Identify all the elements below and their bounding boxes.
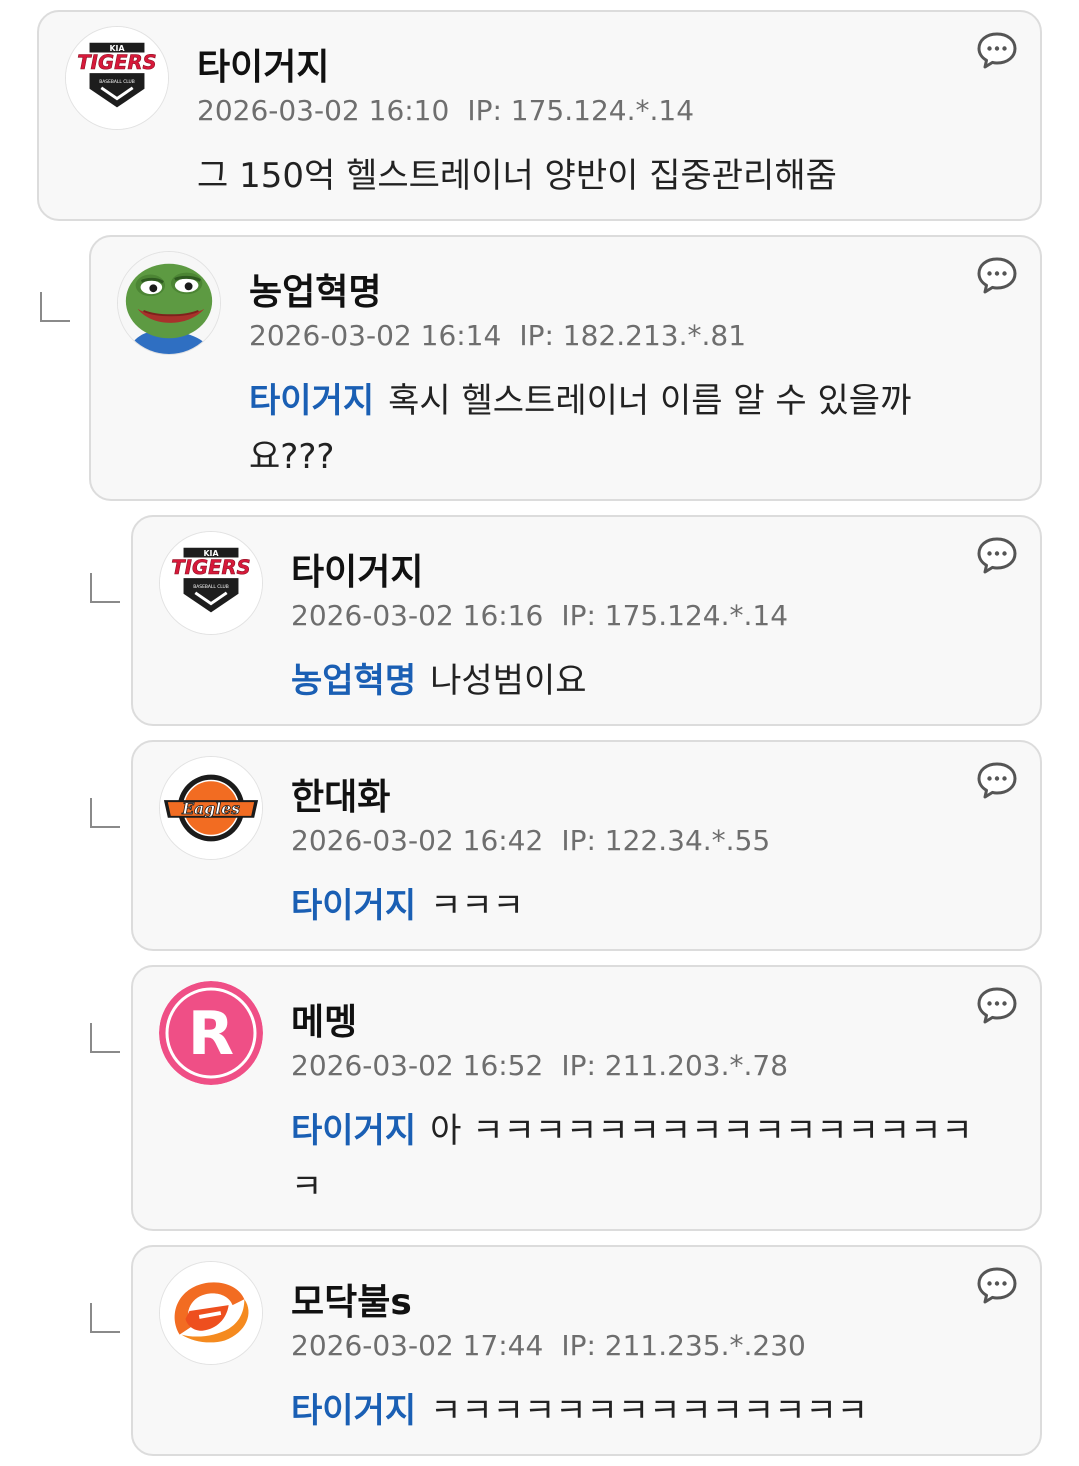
- comment-meta: 2026-03-02 16:42 IP: 122.34.*.55: [291, 824, 770, 857]
- comment-body: 타이거지 아 ㅋㅋㅋㅋㅋㅋㅋㅋㅋㅋㅋㅋㅋㅋㅋㅋ ㅋ: [291, 1103, 982, 1215]
- comment-card: 모닥불s 2026-03-02 17:44 IP: 211.235.*.230 타…: [131, 1245, 1042, 1456]
- speech-bubble-icon: [976, 760, 1018, 800]
- tigers-logo-icon: [160, 532, 262, 634]
- comment-text: 그 150억 헬스트레이너 양반이 집중관리해줌: [197, 156, 837, 196]
- comment-ip: IP: 122.34.*.55: [561, 824, 771, 857]
- comment-card: 타이거지 2026-03-02 16:10 IP: 175.124.*.14 그 …: [37, 10, 1042, 221]
- comment-timestamp: 2026-03-02 16:52: [291, 1049, 544, 1082]
- comment-meta: 2026-03-02 16:16 IP: 175.124.*.14: [291, 599, 788, 632]
- comment-ip: IP: 211.235.*.230: [561, 1329, 806, 1362]
- comment-nickname[interactable]: 타이거지: [291, 543, 423, 595]
- comment-ip: IP: 182.213.*.81: [519, 319, 747, 352]
- comment-meta: 2026-03-02 17:44 IP: 211.235.*.230: [291, 1329, 806, 1362]
- avatar[interactable]: [159, 1261, 263, 1365]
- avatar[interactable]: [159, 756, 263, 860]
- e-swirl-logo-icon: [160, 1262, 262, 1364]
- avatar[interactable]: [159, 531, 263, 635]
- comment-text: ㅋㅋㅋ: [430, 886, 524, 926]
- speech-bubble-icon: [976, 30, 1018, 70]
- mention-link[interactable]: 타이거지: [291, 886, 416, 926]
- reply-button[interactable]: [976, 985, 1018, 1025]
- comment-nickname[interactable]: 메멩: [291, 993, 357, 1045]
- reply-arrow-icon: [90, 798, 120, 828]
- r-badge-letter: R: [188, 999, 234, 1069]
- comment-body: 농업혁명 나성범이요: [291, 653, 982, 709]
- comment-nickname[interactable]: 한대화: [291, 768, 390, 820]
- comment-ip: IP: 175.124.*.14: [561, 599, 789, 632]
- mention-link[interactable]: 타이거지: [291, 1111, 416, 1151]
- r-badge-icon: R: [159, 981, 263, 1085]
- avatar[interactable]: R: [159, 981, 263, 1085]
- comment-timestamp: 2026-03-02 16:42: [291, 824, 544, 857]
- comment-nickname[interactable]: 모닥불s: [291, 1273, 412, 1325]
- reply-arrow-icon: [90, 1023, 120, 1053]
- comment-body: 타이거지 혹시 헬스트레이너 이름 알 수 있을까요???: [249, 373, 982, 485]
- tigers-logo-icon: [66, 27, 168, 129]
- comment-card: 한대화 2026-03-02 16:42 IP: 122.34.*.55 타이거지…: [131, 740, 1042, 951]
- comment-card: 타이거지 2026-03-02 16:16 IP: 175.124.*.14 농업…: [131, 515, 1042, 726]
- reply-button[interactable]: [976, 1265, 1018, 1305]
- comment-card: 농업혁명 2026-03-02 16:14 IP: 182.213.*.81 타이…: [89, 235, 1042, 501]
- mention-link[interactable]: 농업혁명: [291, 661, 416, 701]
- comment-body: 그 150억 헬스트레이너 양반이 집중관리해줌: [197, 148, 982, 204]
- comment-body: 타이거지 ㅋㅋㅋ: [291, 878, 982, 934]
- comment-body: 타이거지 ㅋㅋㅋㅋㅋㅋㅋㅋㅋㅋㅋㅋㅋㅋ: [291, 1383, 982, 1439]
- speech-bubble-icon: [976, 255, 1018, 295]
- reply-arrow-icon: [90, 573, 120, 603]
- comment-timestamp: 2026-03-02 16:10: [197, 94, 450, 127]
- mention-link[interactable]: 타이거지: [249, 381, 374, 421]
- comment-meta: 2026-03-02 16:14 IP: 182.213.*.81: [249, 319, 746, 352]
- reply-button[interactable]: [976, 255, 1018, 295]
- reply-arrow-icon: [40, 292, 70, 322]
- comment-card: R 메멩 2026-03-02 16:52 IP: 211.203.*.78 타이…: [131, 965, 1042, 1231]
- comment-ip: IP: 175.124.*.14: [467, 94, 695, 127]
- comment-timestamp: 2026-03-02 16:14: [249, 319, 502, 352]
- reply-button[interactable]: [976, 30, 1018, 70]
- comment-nickname[interactable]: 농업혁명: [249, 263, 381, 315]
- speech-bubble-icon: [976, 985, 1018, 1025]
- reply-button[interactable]: [976, 760, 1018, 800]
- speech-bubble-icon: [976, 535, 1018, 575]
- speech-bubble-icon: [976, 1265, 1018, 1305]
- reply-button[interactable]: [976, 535, 1018, 575]
- avatar[interactable]: [65, 26, 169, 130]
- comment-timestamp: 2026-03-02 16:16: [291, 599, 544, 632]
- comment-text: 나성범이요: [430, 661, 587, 701]
- comment-timestamp: 2026-03-02 17:44: [291, 1329, 544, 1362]
- reply-arrow-icon: [90, 1303, 120, 1333]
- comment-meta: 2026-03-02 16:10 IP: 175.124.*.14: [197, 94, 694, 127]
- avatar[interactable]: [117, 251, 221, 355]
- mention-link[interactable]: 타이거지: [291, 1391, 416, 1431]
- pepe-frog-icon: [118, 252, 220, 354]
- comment-meta: 2026-03-02 16:52 IP: 211.203.*.78: [291, 1049, 788, 1082]
- comment-ip: IP: 211.203.*.78: [561, 1049, 789, 1082]
- eagles-logo-icon: [160, 757, 262, 859]
- comment-nickname[interactable]: 타이거지: [197, 38, 329, 90]
- comment-text: ㅋㅋㅋㅋㅋㅋㅋㅋㅋㅋㅋㅋㅋㅋ: [430, 1391, 869, 1431]
